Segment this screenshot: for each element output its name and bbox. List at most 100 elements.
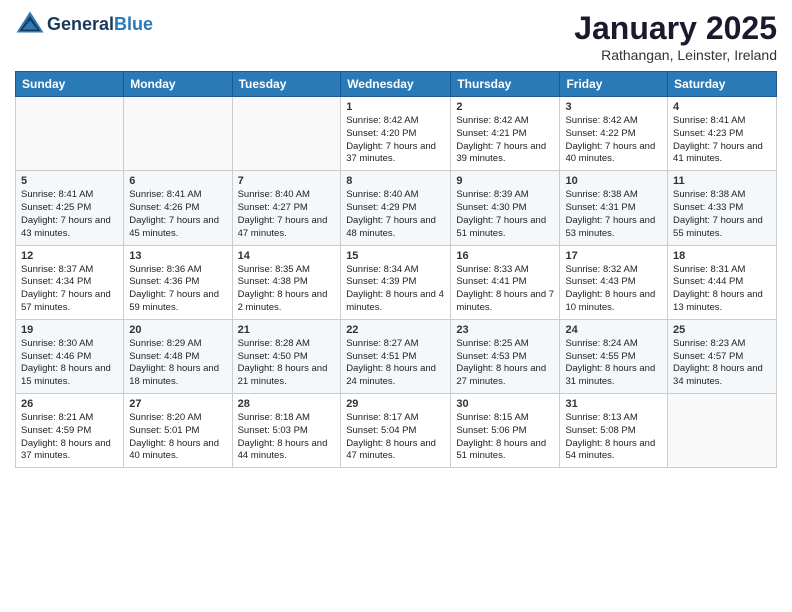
day-info: Sunrise: 8:30 AMSunset: 4:46 PMDaylight:… bbox=[21, 338, 118, 389]
calendar-cell: 11Sunrise: 8:38 AMSunset: 4:33 PMDayligh… bbox=[668, 171, 777, 245]
day-info: Sunrise: 8:25 AMSunset: 4:53 PMDaylight:… bbox=[456, 338, 554, 389]
day-info: Sunrise: 8:32 AMSunset: 4:43 PMDaylight:… bbox=[565, 264, 662, 315]
calendar-cell: 6 Sunrise: 8:41 AMSunset: 4:26 PMDaylight… bbox=[124, 171, 232, 245]
day-number: 18 bbox=[673, 250, 771, 262]
day-info: Sunrise: 8:41 AMSunset: 4:25 PMDaylight:… bbox=[21, 189, 118, 240]
day-number: 15 bbox=[346, 250, 445, 262]
day-number: 9 bbox=[456, 175, 554, 187]
calendar-cell: 21 Sunrise: 8:28 AMSunset: 4:50 PMDayligh… bbox=[232, 319, 341, 393]
col-wednesday: Wednesday bbox=[341, 72, 451, 97]
calendar-cell: 16 Sunrise: 8:33 AMSunset: 4:41 PMDayligh… bbox=[451, 245, 560, 319]
calendar-cell: 22Sunrise: 8:27 AMSunset: 4:51 PMDayligh… bbox=[341, 319, 451, 393]
calendar-cell: 28 Sunrise: 8:18 AMSunset: 5:03 PMDayligh… bbox=[232, 394, 341, 468]
day-number: 10 bbox=[565, 175, 662, 187]
day-number: 6 bbox=[129, 175, 226, 187]
calendar-cell: 8 Sunrise: 8:40 AMSunset: 4:29 PMDaylight… bbox=[341, 171, 451, 245]
day-number: 3 bbox=[565, 101, 662, 113]
day-number: 1 bbox=[346, 101, 445, 113]
calendar-cell: 15 Sunrise: 8:34 AMSunset: 4:39 PMDayligh… bbox=[341, 245, 451, 319]
day-number: 13 bbox=[129, 250, 226, 262]
calendar-header-row: Sunday Monday Tuesday Wednesday Thursday… bbox=[16, 72, 777, 97]
calendar: Sunday Monday Tuesday Wednesday Thursday… bbox=[15, 71, 777, 468]
day-number: 2 bbox=[456, 101, 554, 113]
calendar-cell: 24 Sunrise: 8:24 AMSunset: 4:55 PMDayligh… bbox=[560, 319, 668, 393]
calendar-cell: 3Sunrise: 8:42 AMSunset: 4:22 PMDaylight… bbox=[560, 97, 668, 171]
day-number: 5 bbox=[21, 175, 118, 187]
day-number: 25 bbox=[673, 324, 771, 336]
calendar-cell: 9 Sunrise: 8:39 AMSunset: 4:30 PMDaylight… bbox=[451, 171, 560, 245]
day-info: Sunrise: 8:28 AMSunset: 4:50 PMDaylight:… bbox=[238, 338, 336, 389]
calendar-cell: 18Sunrise: 8:31 AMSunset: 4:44 PMDayligh… bbox=[668, 245, 777, 319]
day-info: Sunrise: 8:21 AMSunset: 4:59 PMDaylight:… bbox=[21, 412, 118, 463]
logo-blue: Blue bbox=[114, 14, 153, 34]
logo-icon bbox=[15, 10, 45, 40]
day-info: Sunrise: 8:42 AMSunset: 4:21 PMDaylight:… bbox=[456, 115, 554, 166]
day-info: Sunrise: 8:41 AMSunset: 4:26 PMDaylight:… bbox=[129, 189, 226, 240]
day-number: 23 bbox=[456, 324, 554, 336]
day-info: Sunrise: 8:17 AMSunset: 5:04 PMDaylight:… bbox=[346, 412, 445, 463]
col-saturday: Saturday bbox=[668, 72, 777, 97]
calendar-cell: 13 Sunrise: 8:36 AMSunset: 4:36 PMDayligh… bbox=[124, 245, 232, 319]
day-info: Sunrise: 8:18 AMSunset: 5:03 PMDaylight:… bbox=[238, 412, 336, 463]
header: GeneralBlue January 2025 Rathangan, Lein… bbox=[15, 10, 777, 63]
calendar-cell: 25 Sunrise: 8:23 AMSunset: 4:57 PMDayligh… bbox=[668, 319, 777, 393]
day-info: Sunrise: 8:40 AMSunset: 4:27 PMDaylight:… bbox=[238, 189, 336, 240]
page: GeneralBlue January 2025 Rathangan, Lein… bbox=[0, 0, 792, 612]
day-number: 24 bbox=[565, 324, 662, 336]
day-number: 7 bbox=[238, 175, 336, 187]
day-number: 30 bbox=[456, 398, 554, 410]
day-info: Sunrise: 8:39 AMSunset: 4:30 PMDaylight:… bbox=[456, 189, 554, 240]
col-sunday: Sunday bbox=[16, 72, 124, 97]
col-tuesday: Tuesday bbox=[232, 72, 341, 97]
calendar-cell: 10Sunrise: 8:38 AMSunset: 4:31 PMDayligh… bbox=[560, 171, 668, 245]
calendar-week-1: 1 Sunrise: 8:42 AMSunset: 4:20 PMDaylight… bbox=[16, 97, 777, 171]
day-info: Sunrise: 8:23 AMSunset: 4:57 PMDaylight:… bbox=[673, 338, 771, 389]
calendar-cell: 27Sunrise: 8:20 AMSunset: 5:01 PMDayligh… bbox=[124, 394, 232, 468]
day-info: Sunrise: 8:37 AMSunset: 4:34 PMDaylight:… bbox=[21, 264, 118, 315]
day-info: Sunrise: 8:36 AMSunset: 4:36 PMDaylight:… bbox=[129, 264, 226, 315]
day-info: Sunrise: 8:38 AMSunset: 4:33 PMDaylight:… bbox=[673, 189, 771, 240]
month-title: January 2025 bbox=[574, 10, 777, 47]
day-info: Sunrise: 8:15 AMSunset: 5:06 PMDaylight:… bbox=[456, 412, 554, 463]
calendar-cell: 17 Sunrise: 8:32 AMSunset: 4:43 PMDayligh… bbox=[560, 245, 668, 319]
day-info: Sunrise: 8:20 AMSunset: 5:01 PMDaylight:… bbox=[129, 412, 226, 463]
logo-line1: GeneralBlue bbox=[47, 15, 153, 35]
day-number: 12 bbox=[21, 250, 118, 262]
day-info: Sunrise: 8:42 AMSunset: 4:20 PMDaylight:… bbox=[346, 115, 445, 166]
calendar-cell: 20Sunrise: 8:29 AMSunset: 4:48 PMDayligh… bbox=[124, 319, 232, 393]
calendar-week-3: 12 Sunrise: 8:37 AMSunset: 4:34 PMDayligh… bbox=[16, 245, 777, 319]
calendar-cell: 23 Sunrise: 8:25 AMSunset: 4:53 PMDayligh… bbox=[451, 319, 560, 393]
day-info: Sunrise: 8:35 AMSunset: 4:38 PMDaylight:… bbox=[238, 264, 336, 315]
col-thursday: Thursday bbox=[451, 72, 560, 97]
calendar-cell: 2 Sunrise: 8:42 AMSunset: 4:21 PMDaylight… bbox=[451, 97, 560, 171]
col-monday: Monday bbox=[124, 72, 232, 97]
day-info: Sunrise: 8:41 AMSunset: 4:23 PMDaylight:… bbox=[673, 115, 771, 166]
day-number: 28 bbox=[238, 398, 336, 410]
day-number: 16 bbox=[456, 250, 554, 262]
day-info: Sunrise: 8:27 AMSunset: 4:51 PMDaylight:… bbox=[346, 338, 445, 389]
calendar-cell: 30 Sunrise: 8:15 AMSunset: 5:06 PMDayligh… bbox=[451, 394, 560, 468]
day-info: Sunrise: 8:24 AMSunset: 4:55 PMDaylight:… bbox=[565, 338, 662, 389]
day-number: 31 bbox=[565, 398, 662, 410]
day-number: 21 bbox=[238, 324, 336, 336]
day-number: 17 bbox=[565, 250, 662, 262]
calendar-cell: 14Sunrise: 8:35 AMSunset: 4:38 PMDayligh… bbox=[232, 245, 341, 319]
day-number: 29 bbox=[346, 398, 445, 410]
location: Rathangan, Leinster, Ireland bbox=[574, 47, 777, 63]
day-info: Sunrise: 8:33 AMSunset: 4:41 PMDaylight:… bbox=[456, 264, 554, 315]
calendar-cell bbox=[668, 394, 777, 468]
calendar-week-5: 26Sunrise: 8:21 AMSunset: 4:59 PMDayligh… bbox=[16, 394, 777, 468]
day-info: Sunrise: 8:13 AMSunset: 5:08 PMDaylight:… bbox=[565, 412, 662, 463]
calendar-cell: 19Sunrise: 8:30 AMSunset: 4:46 PMDayligh… bbox=[16, 319, 124, 393]
day-info: Sunrise: 8:34 AMSunset: 4:39 PMDaylight:… bbox=[346, 264, 445, 315]
calendar-cell bbox=[232, 97, 341, 171]
calendar-cell: 12 Sunrise: 8:37 AMSunset: 4:34 PMDayligh… bbox=[16, 245, 124, 319]
day-number: 8 bbox=[346, 175, 445, 187]
logo-general: General bbox=[47, 14, 114, 34]
day-info: Sunrise: 8:40 AMSunset: 4:29 PMDaylight:… bbox=[346, 189, 445, 240]
calendar-body: 1 Sunrise: 8:42 AMSunset: 4:20 PMDaylight… bbox=[16, 97, 777, 468]
calendar-cell: 31 Sunrise: 8:13 AMSunset: 5:08 PMDayligh… bbox=[560, 394, 668, 468]
calendar-cell: 5 Sunrise: 8:41 AMSunset: 4:25 PMDaylight… bbox=[16, 171, 124, 245]
calendar-cell: 26Sunrise: 8:21 AMSunset: 4:59 PMDayligh… bbox=[16, 394, 124, 468]
calendar-cell: 1 Sunrise: 8:42 AMSunset: 4:20 PMDaylight… bbox=[341, 97, 451, 171]
